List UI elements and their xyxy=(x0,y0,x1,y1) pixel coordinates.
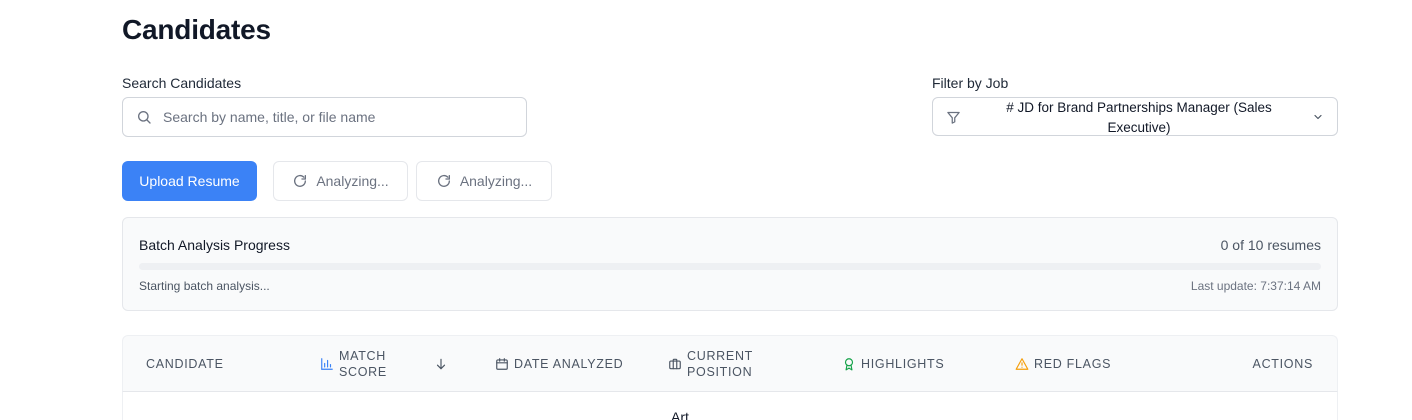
bar-chart-icon xyxy=(321,357,333,370)
column-highlights[interactable]: HIGHLIGHTS xyxy=(842,336,944,391)
column-actions: ACTIONS xyxy=(1253,336,1313,391)
column-red-flags-label: RED FLAGS xyxy=(1034,356,1112,371)
candidates-table-body: Art xyxy=(122,392,1338,420)
progress-bar xyxy=(139,263,1321,270)
column-current-position[interactable]: CURRENT POSITION xyxy=(668,336,778,391)
progress-status: Starting batch analysis... xyxy=(139,279,270,293)
column-actions-label: ACTIONS xyxy=(1252,356,1313,371)
batch-progress-card: Batch Analysis Progress 0 of 10 resumes … xyxy=(122,217,1338,311)
refresh-icon xyxy=(294,174,307,187)
column-date-analyzed[interactable]: DATE ANALYZED xyxy=(495,336,623,391)
job-filter-value: # JD for Brand Partnerships Manager (Sal… xyxy=(1006,99,1272,135)
analyzing-button-2[interactable]: Analyzing... xyxy=(416,161,552,201)
progress-count: 0 of 10 resumes xyxy=(1220,237,1321,253)
analyzing-label: Analyzing... xyxy=(316,173,389,189)
filter-label: Filter by Job xyxy=(932,75,1009,91)
calendar-icon xyxy=(496,357,508,370)
column-current-position-label: CURRENT POSITION xyxy=(687,348,753,379)
job-filter-select[interactable]: # JD for Brand Partnerships Manager (Sal… xyxy=(932,97,1338,136)
page-title: Candidates xyxy=(122,14,271,45)
chevron-down-icon xyxy=(1314,114,1322,120)
award-icon xyxy=(844,357,854,370)
warning-triangle-icon xyxy=(1015,357,1029,370)
column-date-analyzed-label: DATE ANALYZED xyxy=(514,356,624,371)
analyzing-button-1[interactable]: Analyzing... xyxy=(273,161,408,201)
candidates-table-header: CANDIDATE MATCH SCORE DATE ANALYZED CURR… xyxy=(122,335,1338,392)
refresh-icon xyxy=(437,174,450,187)
briefcase-icon xyxy=(669,358,681,369)
filter-icon xyxy=(947,111,960,124)
column-match-score[interactable]: MATCH SCORE xyxy=(320,336,410,391)
arrow-down-icon xyxy=(436,358,446,369)
column-candidate-label: CANDIDATE xyxy=(146,356,224,371)
progress-title: Batch Analysis Progress xyxy=(139,237,290,253)
search-icon xyxy=(138,111,151,124)
column-highlights-label: HIGHLIGHTS xyxy=(861,356,945,371)
progress-last-update: Last update: 7:37:14 AM xyxy=(1190,279,1321,293)
search-box[interactable] xyxy=(122,97,527,137)
current-position-cell: Art xyxy=(671,409,689,420)
search-label: Search Candidates xyxy=(122,75,242,91)
upload-resume-button[interactable]: Upload Resume xyxy=(122,161,257,201)
column-match-score-label: MATCH SCORE xyxy=(339,348,387,379)
analyzing-label: Analyzing... xyxy=(459,173,533,189)
column-red-flags[interactable]: RED FLAGS xyxy=(1015,336,1111,391)
sort-toggle[interactable] xyxy=(434,336,453,391)
search-input[interactable] xyxy=(163,98,518,136)
column-candidate[interactable]: CANDIDATE xyxy=(146,336,224,391)
